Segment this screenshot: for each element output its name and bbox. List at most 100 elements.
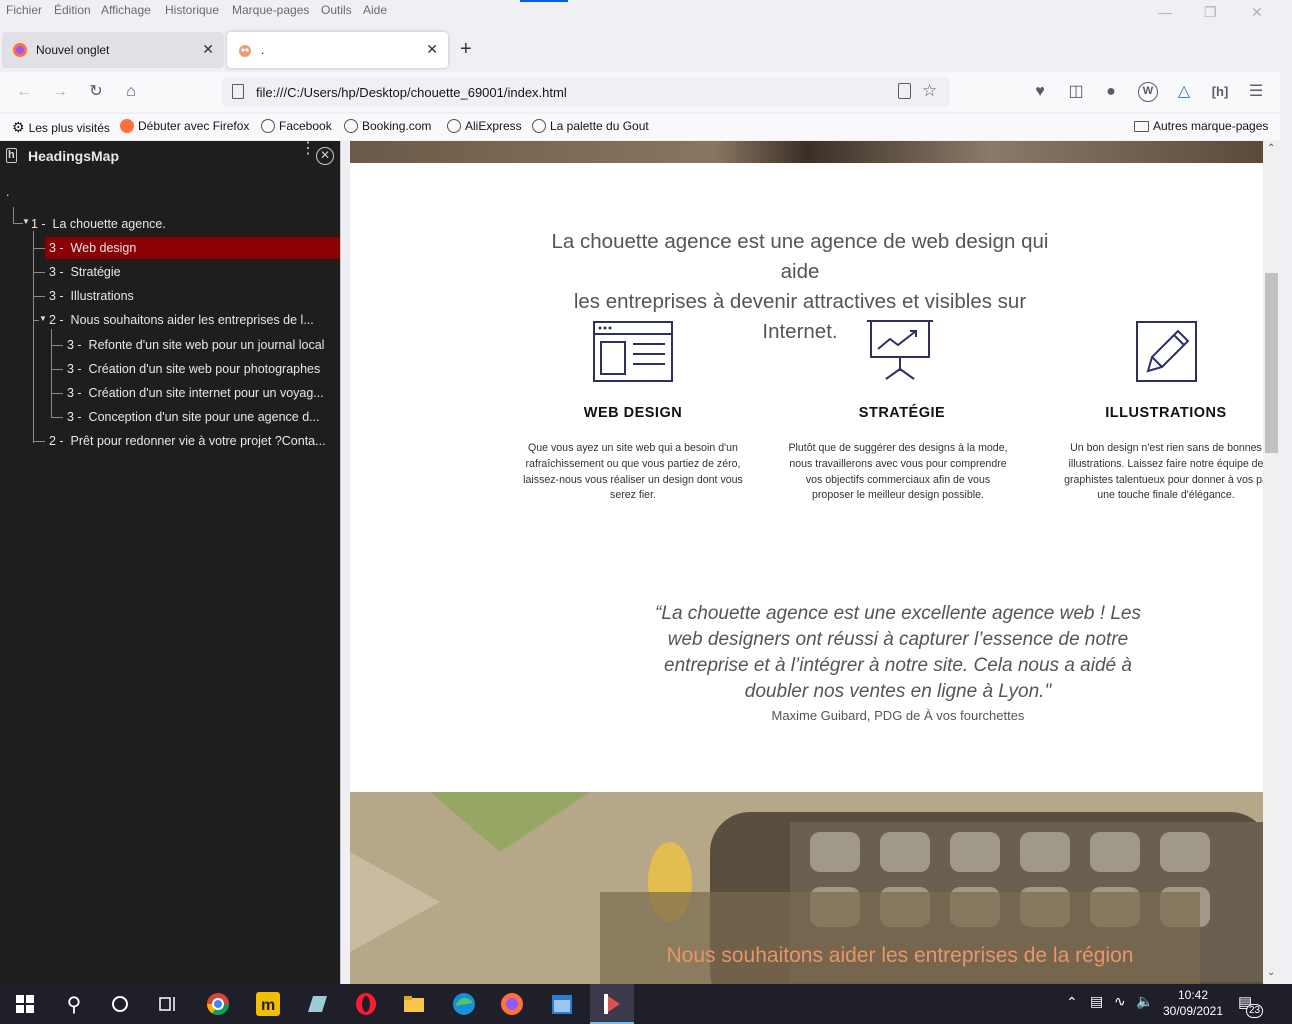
pocket-icon[interactable]: ♥ xyxy=(1030,82,1050,102)
heading-item[interactable]: 2 - Prêt pour redonner vie à votre proje… xyxy=(49,434,339,448)
url-text[interactable]: file:///C:/Users/hp/Desktop/chouette_690… xyxy=(256,85,567,100)
extension-icon[interactable]: ● xyxy=(1101,82,1121,102)
file-explorer-icon[interactable] xyxy=(402,992,426,1016)
menu-fichier[interactable]: Fichier xyxy=(6,3,42,17)
windows-taskbar: ⚲ m ⌃ ▤ ∿ 🔈 10:42 30/09/2021 ▤ 23 xyxy=(0,984,1292,1024)
bookmark-aliexpress[interactable]: AliExpress xyxy=(447,119,522,133)
chevron-up-icon[interactable]: ⌃ xyxy=(1066,994,1078,1011)
more-options-icon[interactable]: ⋮ xyxy=(300,141,316,157)
app-active-icon[interactable] xyxy=(600,992,624,1016)
firefox-taskbar-icon[interactable] xyxy=(500,992,524,1016)
wordpress-icon[interactable]: W xyxy=(1138,82,1158,102)
cortana-icon[interactable] xyxy=(108,992,132,1016)
banner-image: Nous souhaitons aider les entreprises de… xyxy=(350,792,1263,984)
chrome-icon[interactable] xyxy=(206,992,230,1016)
service-description: Plutôt que de suggérer des designs à la … xyxy=(788,442,1008,502)
banner-heading: Nous souhaitons aider les entreprises de… xyxy=(666,944,1134,967)
page-scrollbar[interactable]: ⌃ ⌄ xyxy=(1263,141,1280,984)
clock-time: 10:42 xyxy=(1177,988,1209,1002)
device-icon[interactable]: ▤ xyxy=(1090,993,1103,1010)
minimize-icon[interactable]: — xyxy=(1158,4,1172,20)
menu-icon[interactable]: ☰ xyxy=(1246,82,1266,102)
bookmark-getting-started[interactable]: Débuter avec Firefox xyxy=(120,119,249,133)
app-notes-icon[interactable] xyxy=(305,992,329,1016)
notification-count: 23 xyxy=(1246,1004,1263,1018)
bookmark-palette-du-gout[interactable]: La palette du Gout xyxy=(532,119,649,133)
sidebar-header: h HeadingsMap ⋮ ✕ xyxy=(0,141,340,171)
menu-edition[interactable]: Édition xyxy=(54,3,91,17)
reload-icon[interactable]: ↻ xyxy=(86,82,106,102)
tree-root: . xyxy=(6,185,10,199)
menu-aide[interactable]: Aide xyxy=(363,3,387,17)
page-content: La chouette agence est une agence de web… xyxy=(350,141,1263,984)
heading-item[interactable]: 2 - Nous souhaitons aider les entreprise… xyxy=(49,313,339,327)
close-window-icon[interactable]: ✕ xyxy=(1251,4,1263,21)
restore-icon[interactable]: ❐ xyxy=(1204,4,1217,21)
edge-icon[interactable] xyxy=(452,992,476,1016)
tab-strip: Nouvel onglet ✕ . ✕ + xyxy=(0,30,1280,70)
heading-item[interactable]: 3 - Refonte d'un site web pour un journa… xyxy=(67,338,339,352)
heading-item[interactable]: 3 - Conception d'un site pour une agence… xyxy=(67,410,339,424)
scrollbar-thumb[interactable] xyxy=(1265,273,1278,453)
forward-icon[interactable]: → xyxy=(50,82,70,102)
tab-accent-bar xyxy=(520,0,568,2)
heading-item[interactable]: 3 - Création d'un site web pour photogra… xyxy=(67,362,339,376)
heading-item[interactable]: 3 - Stratégie xyxy=(49,265,339,279)
menu-outils[interactable]: Outils xyxy=(321,3,352,17)
service-title: ILLUSTRATIONS xyxy=(1105,405,1227,421)
heading-item-selected[interactable]: 3 - Web design xyxy=(49,241,339,255)
folder-icon xyxy=(1134,120,1149,132)
windows-start-icon[interactable] xyxy=(13,992,37,1016)
menu-historique[interactable]: Historique xyxy=(165,3,219,17)
bookmark-booking[interactable]: Booking.com xyxy=(344,119,431,133)
globe-icon xyxy=(344,119,358,133)
gear-icon: ⚙ xyxy=(12,119,25,135)
sidebar-title: HeadingsMap xyxy=(28,148,120,164)
illustrations-icon xyxy=(1136,321,1197,382)
home-icon[interactable]: ⌂ xyxy=(121,82,141,102)
heading-item[interactable]: 1 - La chouette agence. xyxy=(31,217,331,231)
tree-line xyxy=(33,272,45,273)
bookmark-other[interactable]: Autres marque-pages xyxy=(1134,119,1268,133)
wave-icon[interactable]: △ xyxy=(1174,82,1194,102)
testimonial-quote: “La chouette agence est une excellente a… xyxy=(655,603,1141,702)
headingsmap-logo-icon: h xyxy=(6,148,17,163)
headingsmap-icon[interactable]: [h] xyxy=(1210,82,1230,102)
tree-line xyxy=(51,345,63,346)
tab-label: Nouvel onglet xyxy=(36,43,110,57)
scroll-down-icon[interactable]: ⌄ xyxy=(1267,967,1275,978)
tree-line xyxy=(33,248,45,249)
menu-marque-pages[interactable]: Marque-pages xyxy=(232,3,309,17)
new-tab-icon[interactable]: + xyxy=(460,38,472,61)
wifi-icon[interactable]: ∿ xyxy=(1114,993,1126,1010)
calendar-icon[interactable] xyxy=(550,992,574,1016)
heading-item[interactable]: 3 - Création d'un site internet pour un … xyxy=(67,386,339,400)
reader-view-icon[interactable] xyxy=(898,83,911,99)
back-icon[interactable]: ← xyxy=(14,82,34,102)
task-view-icon[interactable] xyxy=(156,992,180,1016)
collapse-arrow-icon[interactable]: ▼ xyxy=(22,217,30,226)
close-sidebar-icon[interactable]: ✕ xyxy=(316,147,334,165)
app-m-icon[interactable]: m xyxy=(256,992,280,1016)
menu-affichage[interactable]: Affichage xyxy=(101,3,151,17)
address-bar[interactable]: file:///C:/Users/hp/Desktop/chouette_690… xyxy=(222,77,950,107)
bookmark-most-visited[interactable]: ⚙ Les plus visités xyxy=(12,119,110,136)
sidebar-toggle-icon[interactable]: ◫ xyxy=(1066,82,1086,102)
close-tab-icon[interactable]: ✕ xyxy=(202,41,214,58)
opera-icon[interactable] xyxy=(354,992,378,1016)
scroll-up-icon[interactable]: ⌃ xyxy=(1267,143,1275,154)
bookmark-star-icon[interactable]: ☆ xyxy=(922,81,937,101)
owl-favicon-icon xyxy=(237,42,253,58)
close-tab-icon[interactable]: ✕ xyxy=(426,41,438,58)
tree-line xyxy=(33,296,45,297)
sidebar-splitter[interactable] xyxy=(340,141,350,984)
tree-line xyxy=(51,417,63,418)
bookmark-facebook[interactable]: Facebook xyxy=(261,119,332,133)
volume-icon[interactable]: 🔈 xyxy=(1136,993,1153,1010)
tab-active[interactable]: . ✕ xyxy=(227,32,448,68)
heading-item[interactable]: 3 - Illustrations xyxy=(49,289,339,303)
collapse-arrow-icon[interactable]: ▼ xyxy=(39,314,47,323)
search-icon[interactable]: ⚲ xyxy=(62,992,86,1016)
tab-nouvel-onglet[interactable]: Nouvel onglet ✕ xyxy=(2,32,224,68)
clock[interactable]: 10:42 30/09/2021 xyxy=(1160,987,1226,1019)
